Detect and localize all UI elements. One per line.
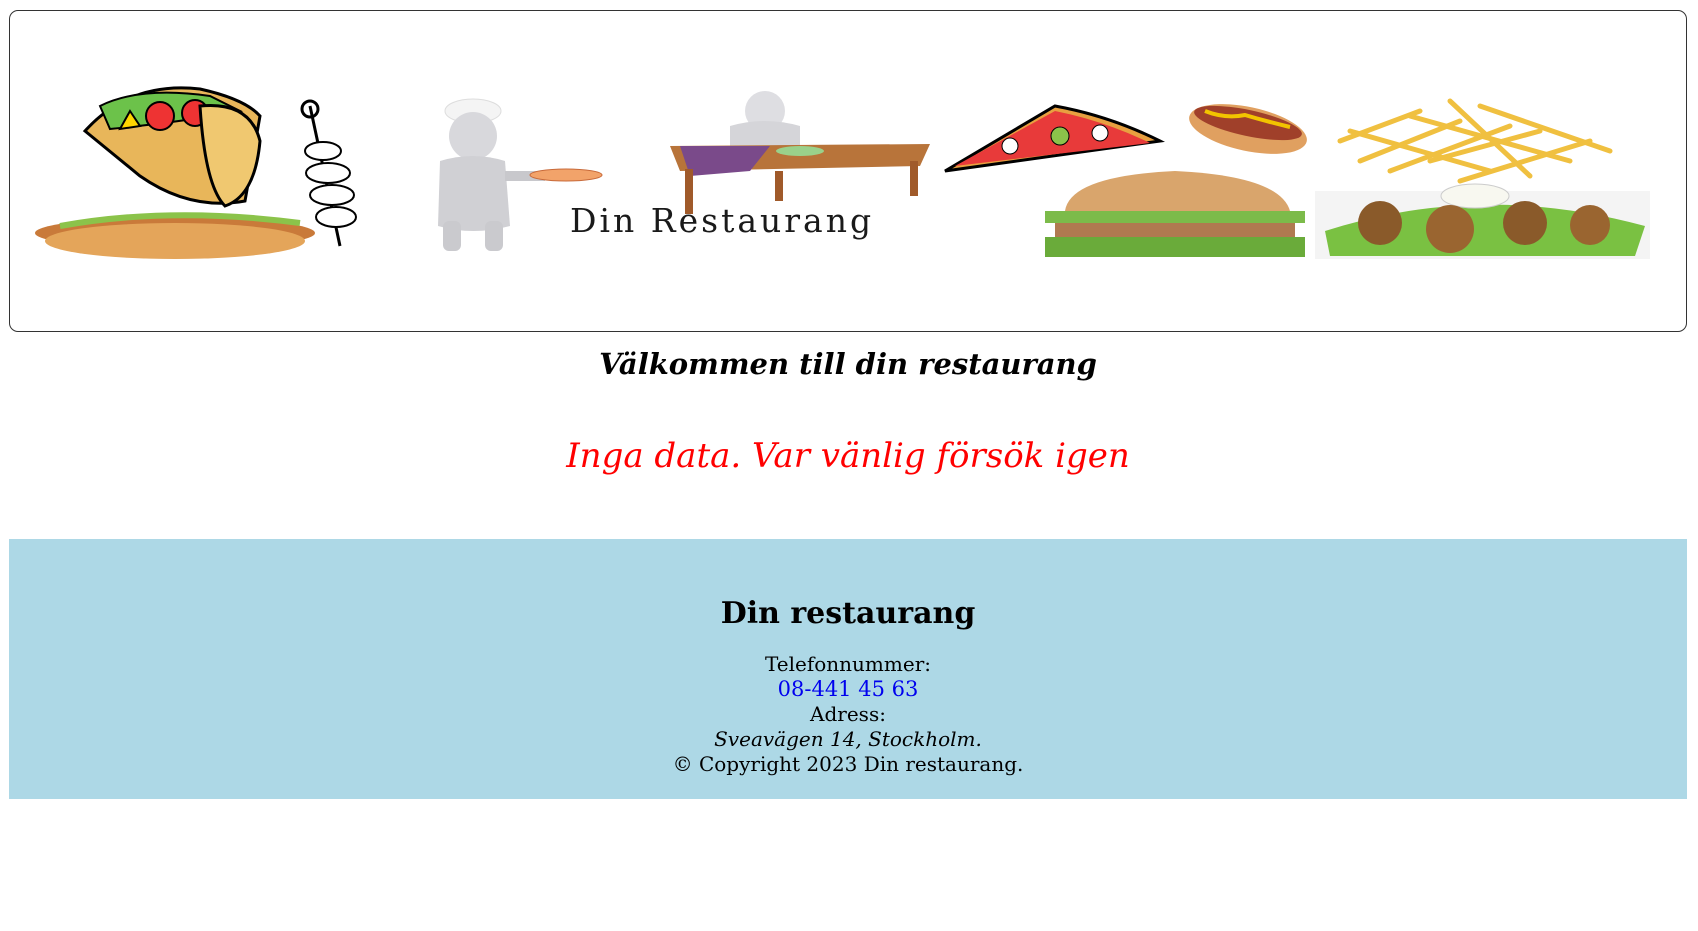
header-banner: Din Restaurang [9, 10, 1687, 332]
phone-link[interactable]: 08-441 45 63 [9, 677, 1687, 702]
hot-dog-image [35, 212, 315, 259]
address-text: Sveavägen 14, Stockholm. [714, 727, 982, 751]
banner-title: Din Restaurang [570, 201, 875, 240]
phone-label: Telefonnummer: [764, 652, 931, 676]
footer-spacer [9, 634, 1687, 652]
skewer-image [300, 99, 357, 247]
footer: Din restaurang Telefonnummer: 08-441 45 … [9, 539, 1687, 799]
copyright-text: © Copyright 2023 Din restaurang. [672, 752, 1024, 776]
french-fries-image [1337, 98, 1613, 184]
hot-dog-mustard-image [1189, 104, 1307, 154]
page: Din Restaurang Välkommen till din restau… [9, 10, 1687, 799]
pizza-slice-image [944, 104, 1165, 173]
footer-title: Din restaurang [720, 596, 976, 631]
welcome-heading: Välkommen till din restaurang [599, 347, 1097, 381]
falafel-plate-image [1315, 183, 1650, 259]
address-label: Adress: [810, 702, 886, 726]
hamburger-image [1045, 171, 1305, 257]
banner-illustration [35, 86, 1650, 259]
kebab-wrap-image [82, 86, 262, 208]
error-message: Inga data. Var vänlig försök igen [566, 436, 1130, 476]
diner-table-image [670, 91, 930, 214]
